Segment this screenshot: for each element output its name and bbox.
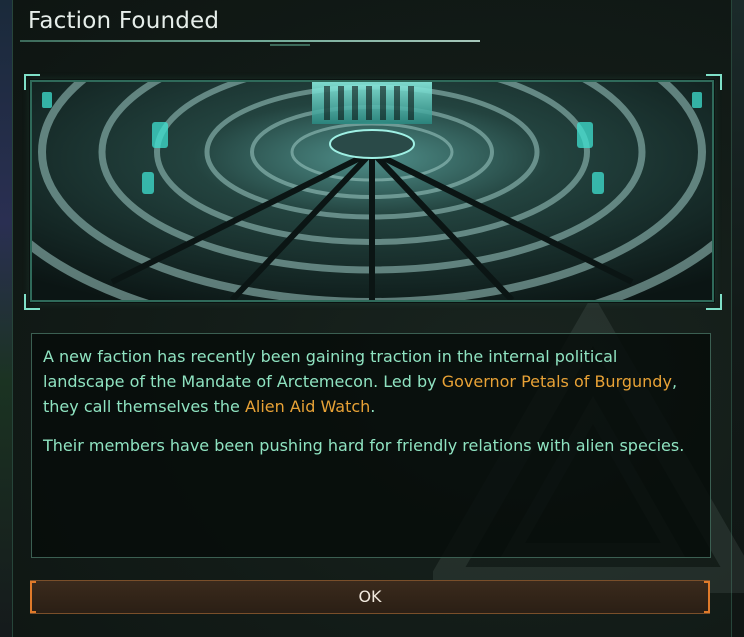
title-underline — [20, 40, 480, 42]
ok-button[interactable]: OK — [30, 580, 710, 614]
faction-name-link[interactable]: Alien Aid Watch — [245, 397, 370, 416]
dialog-title: Faction Founded — [28, 8, 220, 34]
event-image — [30, 80, 714, 302]
button-bracket-left — [30, 581, 36, 613]
description-paragraph-2: Their members have been pushing hard for… — [43, 436, 685, 455]
frame-corner-top-left — [24, 74, 40, 90]
event-description: A new faction has recently been gaining … — [31, 333, 711, 558]
leader-name-link[interactable]: Governor Petals of Burgundy — [442, 372, 672, 391]
frame-corner-bottom-left — [24, 294, 40, 310]
ok-button-label: OK — [358, 587, 382, 606]
title-underline-accent — [270, 44, 310, 46]
frame-corner-top-right — [706, 74, 722, 90]
senate-chamber-illustration — [32, 82, 712, 300]
description-paragraph-1: A new faction has recently been gaining … — [43, 344, 699, 419]
button-bracket-right — [704, 581, 710, 613]
frame-corner-bottom-right — [706, 294, 722, 310]
description-text: . — [370, 397, 376, 416]
